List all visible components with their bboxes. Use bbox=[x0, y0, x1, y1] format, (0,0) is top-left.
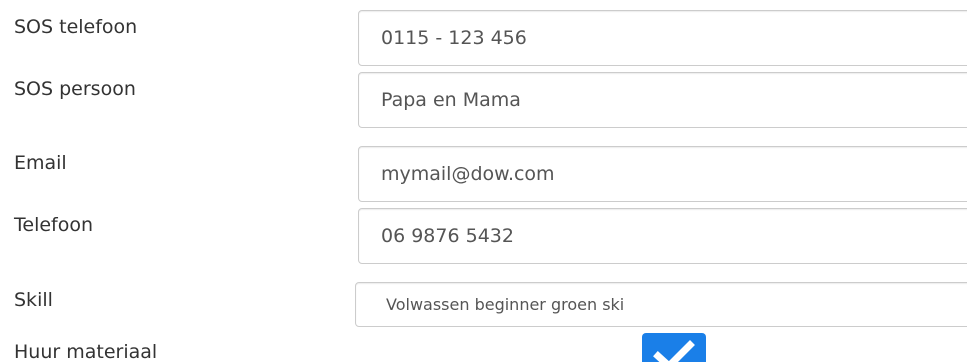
skill-label: Skill bbox=[14, 289, 53, 311]
email-label: Email bbox=[14, 152, 67, 174]
email-input[interactable] bbox=[358, 146, 967, 202]
phone-label: Telefoon bbox=[14, 214, 94, 236]
sos-phone-label: SOS telefoon bbox=[14, 16, 138, 38]
rental-label: Huur materiaal bbox=[14, 341, 158, 362]
sos-person-input[interactable] bbox=[358, 72, 967, 128]
rental-checkbox[interactable] bbox=[642, 333, 706, 362]
phone-input[interactable] bbox=[358, 208, 967, 264]
sos-phone-input[interactable] bbox=[358, 10, 967, 66]
skill-select[interactable]: Volwassen beginner groen ski bbox=[355, 282, 967, 327]
registration-form: SOS telefoon SOS persoon Email Telefoon … bbox=[0, 0, 967, 362]
sos-person-label: SOS persoon bbox=[14, 78, 136, 100]
check-icon bbox=[653, 340, 695, 362]
